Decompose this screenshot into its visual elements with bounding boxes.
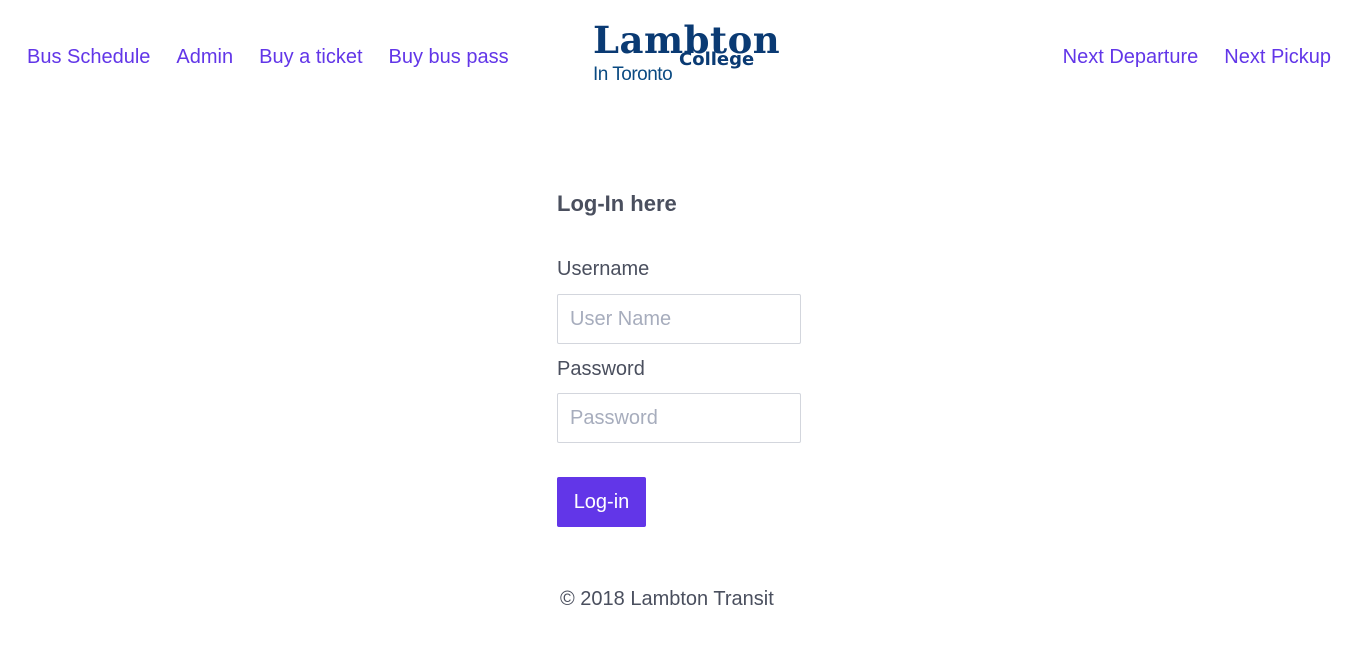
form-title: Log-In here [557,191,677,216]
login-button[interactable]: Log-in [557,477,646,527]
copyright-footer: © 2018 Lambton Transit [560,588,774,610]
username-label: Username [557,258,650,280]
nav-link-next-departure[interactable]: Next Departure [1063,44,1199,70]
nav-link-next-pickup[interactable]: Next Pickup [1224,44,1331,70]
nav-link-buy-bus-pass[interactable]: Buy bus pass [389,44,509,70]
password-input[interactable] [557,393,801,443]
username-input[interactable] [557,294,801,344]
top-navigation: Bus Schedule Admin Buy a ticket Buy bus … [0,0,1350,110]
nav-left-group: Bus Schedule Admin Buy a ticket Buy bus … [27,44,509,70]
logo-subtitle: College [679,49,755,70]
logo-city: In Toronto [593,64,673,85]
nav-link-admin[interactable]: Admin [176,44,233,70]
username-field-wrap [557,294,801,344]
password-label: Password [557,358,645,380]
password-field-wrap [557,393,801,443]
nav-right-group: Next Departure Next Pickup [1063,44,1331,70]
page: Bus Schedule Admin Buy a ticket Buy bus … [0,0,1350,654]
nav-link-buy-ticket[interactable]: Buy a ticket [259,44,362,70]
login-form: Log-In here Username Password Log-in [557,190,817,527]
nav-link-bus-schedule[interactable]: Bus Schedule [27,44,150,70]
lambton-college-logo[interactable]: Lambton College In Toronto [593,20,780,90]
